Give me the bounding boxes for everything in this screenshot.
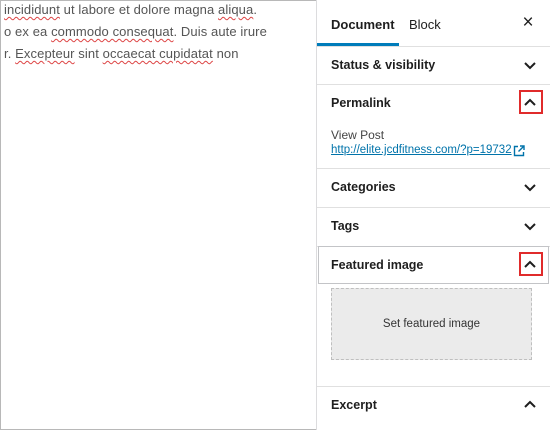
close-icon: × [522,12,534,33]
chevron-down-icon [522,218,538,234]
chevron-down-icon [522,57,538,73]
panel-title: Categories [331,180,396,194]
panel-toggle-categories[interactable]: Categories [317,168,550,206]
panel-title: Permalink [331,96,391,110]
panel-toggle-permalink[interactable]: Permalink [317,84,550,122]
tab-document[interactable]: Document [331,0,395,46]
editor-canvas[interactable]: incididunt ut labore et dolore magna ali… [0,0,316,430]
chevron-down-icon [522,179,538,195]
paragraph-line: o ex ea commodo consequat. Duis aute iru… [4,24,267,39]
paragraph-line: incididunt ut labore et dolore magna ali… [4,2,258,17]
close-sidebar-button[interactable]: × [520,12,536,33]
panel-title: Tags [331,219,360,233]
panel-toggle-excerpt[interactable]: Excerpt [317,386,550,424]
panel-status-visibility: Status & visibility [317,46,550,85]
panel-title: Status & visibility [331,58,436,72]
tab-block[interactable]: Block [409,0,441,46]
view-post-label: View Post [331,128,385,142]
set-featured-image-button[interactable]: Set featured image [331,288,532,360]
chevron-up-icon [522,397,538,413]
panel-categories: Categories [317,168,550,208]
paragraph-line: r. Excepteur sint occaecat cupidatat non [4,46,239,61]
panel-toggle-status-visibility[interactable]: Status & visibility [317,46,550,84]
set-featured-image-label: Set featured image [382,318,481,330]
panel-toggle-tags[interactable]: Tags [317,207,550,245]
panel-title: Excerpt [331,398,377,412]
focus-outline [318,246,549,284]
panel-tags: Tags [317,207,550,247]
settings-sidebar: Document Block × Status & visibility Per… [316,0,550,430]
external-link-icon[interactable] [513,144,525,157]
permalink-link[interactable]: http://elite.jcdfitness.com/?p=19732 [331,144,512,156]
sidebar-tabs: Document Block × [317,0,550,47]
panel-excerpt: Excerpt [317,386,550,430]
highlight-box [519,90,543,114]
